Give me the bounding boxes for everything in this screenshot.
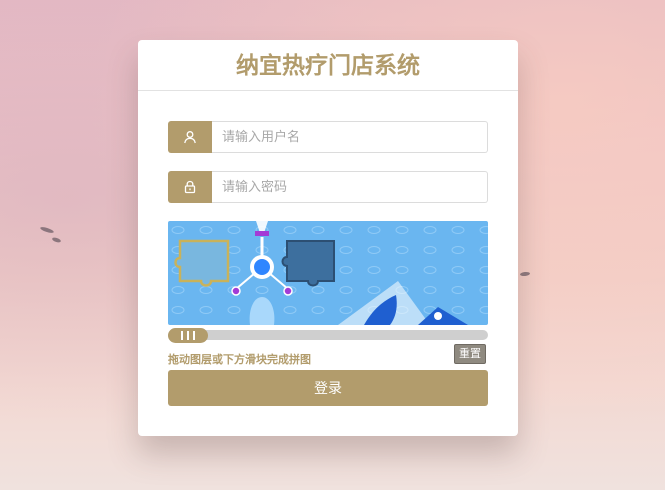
reset-button[interactable]: 重置 (454, 344, 486, 364)
captcha-image[interactable] (168, 221, 488, 325)
grip-icon (181, 331, 183, 340)
username-input[interactable] (212, 121, 488, 153)
lock-icon (168, 171, 212, 203)
password-input[interactable] (212, 171, 488, 203)
slider-handle[interactable] (168, 328, 208, 343)
user-icon (168, 121, 212, 153)
captcha-hint: 拖动图层或下方滑块完成拼图 (168, 353, 311, 366)
login-card: 纳宜热疗门店系统 请输入用户名 拖动图层或下方滑块完成拼图 重置 登录 (138, 40, 518, 436)
grip-icon (193, 331, 195, 340)
slider-track[interactable] (168, 330, 488, 340)
password-row (168, 171, 488, 203)
page-title: 纳宜热疗门店系统 (138, 40, 518, 91)
username-row (168, 121, 488, 153)
login-button[interactable]: 登录 (168, 370, 488, 406)
grip-icon (187, 331, 189, 340)
